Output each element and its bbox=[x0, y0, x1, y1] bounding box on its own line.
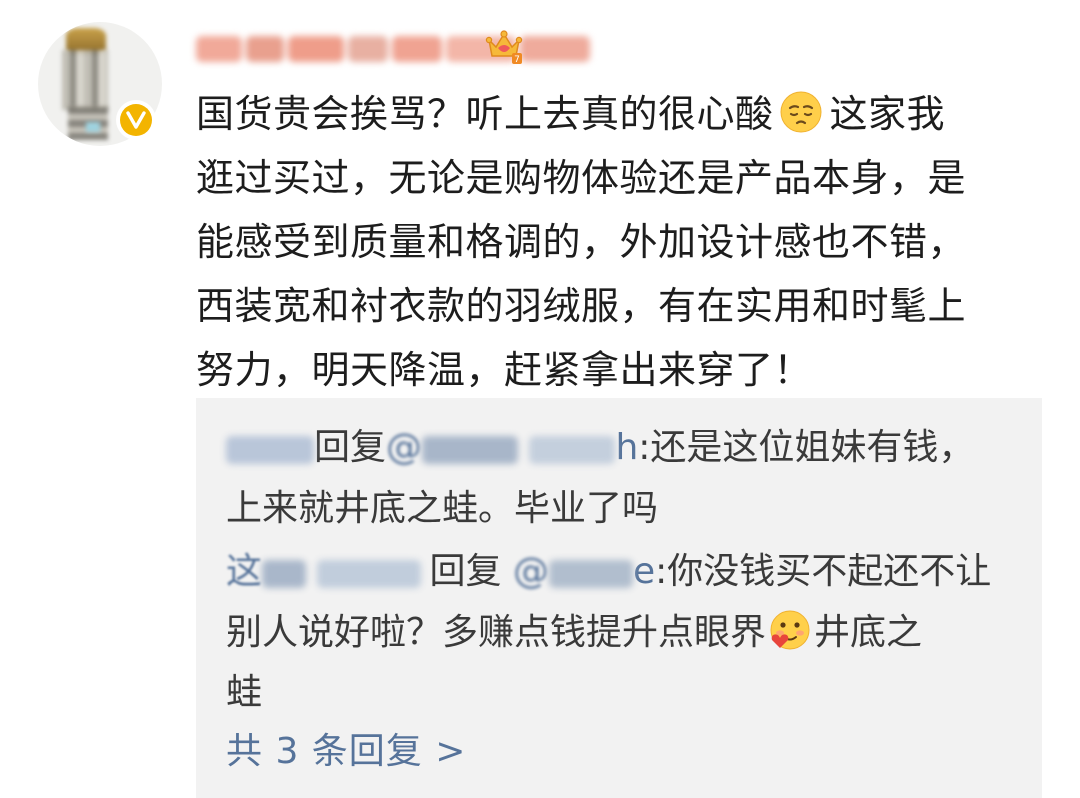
reply-line: 这 回复 @ e:你没钱买不起还不让 bbox=[226, 542, 1006, 603]
mention-blurred bbox=[422, 419, 616, 479]
post-line-5: 努力，明天降温，赶紧拿出来穿了！ bbox=[196, 348, 813, 392]
reply-line: 回复@ h:还是这位姐妹有钱， bbox=[226, 418, 1006, 479]
reply-line: 上来就井底之蛙。毕业了吗 bbox=[226, 488, 659, 529]
mention-tail: h bbox=[615, 427, 639, 468]
weibo-comment: 7 国货贵会挨骂？听上去真的很心酸 这家我 逛过买过，无论是购物体验还是产品本身… bbox=[0, 0, 1080, 798]
yummy-face-emoji bbox=[770, 610, 810, 650]
mention-blurred bbox=[548, 543, 633, 603]
reply-author-blurred[interactable] bbox=[226, 419, 314, 479]
reply-author[interactable]: 这 bbox=[226, 551, 422, 592]
reply-word: 回复 bbox=[314, 427, 387, 468]
reply-text: 井底之 bbox=[814, 612, 923, 653]
avatar-blur bbox=[86, 122, 100, 132]
reply-author-blurred bbox=[262, 543, 422, 603]
crown-icon: 7 bbox=[485, 30, 523, 65]
reply-text: :你没钱买不起还不让 bbox=[655, 551, 992, 592]
mention-link[interactable]: @ e bbox=[513, 551, 655, 592]
post-text: 国货贵会挨骂？听上去真的很心酸 bbox=[196, 92, 774, 136]
mention-tail: e bbox=[632, 551, 656, 592]
reply-line: 别人说好啦？多赚点钱提升点眼界 井底之 bbox=[226, 603, 1006, 663]
reply-text: :还是这位姐妹有钱， bbox=[638, 427, 975, 468]
svg-text:7: 7 bbox=[514, 55, 520, 65]
at-sign: @ bbox=[512, 551, 549, 592]
reply-text: 别人说好啦？多赚点钱提升点眼界 bbox=[226, 612, 767, 653]
post-line-4: 西装宽和衬衣款的羽绒服，有在实用和时髦上 bbox=[196, 284, 967, 328]
username-blurred[interactable] bbox=[196, 32, 590, 66]
reply-word: 回复 bbox=[429, 551, 502, 592]
post-line-3: 能感受到质量和格调的，外加设计感也不错， bbox=[196, 220, 967, 264]
reply-line: 蛙 bbox=[226, 672, 263, 713]
post-body: 国货贵会挨骂？听上去真的很心酸 这家我 逛过买过，无论是购物体验还是产品本身，是… bbox=[196, 82, 1056, 402]
pensive-face-emoji bbox=[780, 91, 822, 133]
post-text: 这家我 bbox=[829, 92, 946, 136]
reply-item[interactable]: 回复@ h:还是这位姐妹有钱， 上来就井底之蛙。毕业了吗 bbox=[226, 418, 1006, 539]
more-replies-link[interactable]: 共 3 条回复 > bbox=[226, 722, 466, 782]
reply-author-head: 这 bbox=[226, 551, 263, 592]
reply-box: 回复@ h:还是这位姐妹有钱， 上来就井底之蛙。毕业了吗 这 回复 @ e:你没钱… bbox=[196, 398, 1042, 798]
verified-v-icon bbox=[116, 100, 156, 140]
post-line-2: 逛过买过，无论是购物体验还是产品本身，是 bbox=[196, 156, 967, 200]
reply-item[interactable]: 这 回复 @ e:你没钱买不起还不让 别人说好啦？多赚点钱提升点眼界 井底之 蛙 bbox=[226, 542, 1006, 723]
at-sign: @ bbox=[386, 427, 423, 468]
mention-link[interactable]: @ h bbox=[386, 427, 638, 468]
post-line-1: 国货贵会挨骂？听上去真的很心酸 这家我 bbox=[196, 82, 1056, 146]
avatar-blur bbox=[62, 50, 108, 110]
